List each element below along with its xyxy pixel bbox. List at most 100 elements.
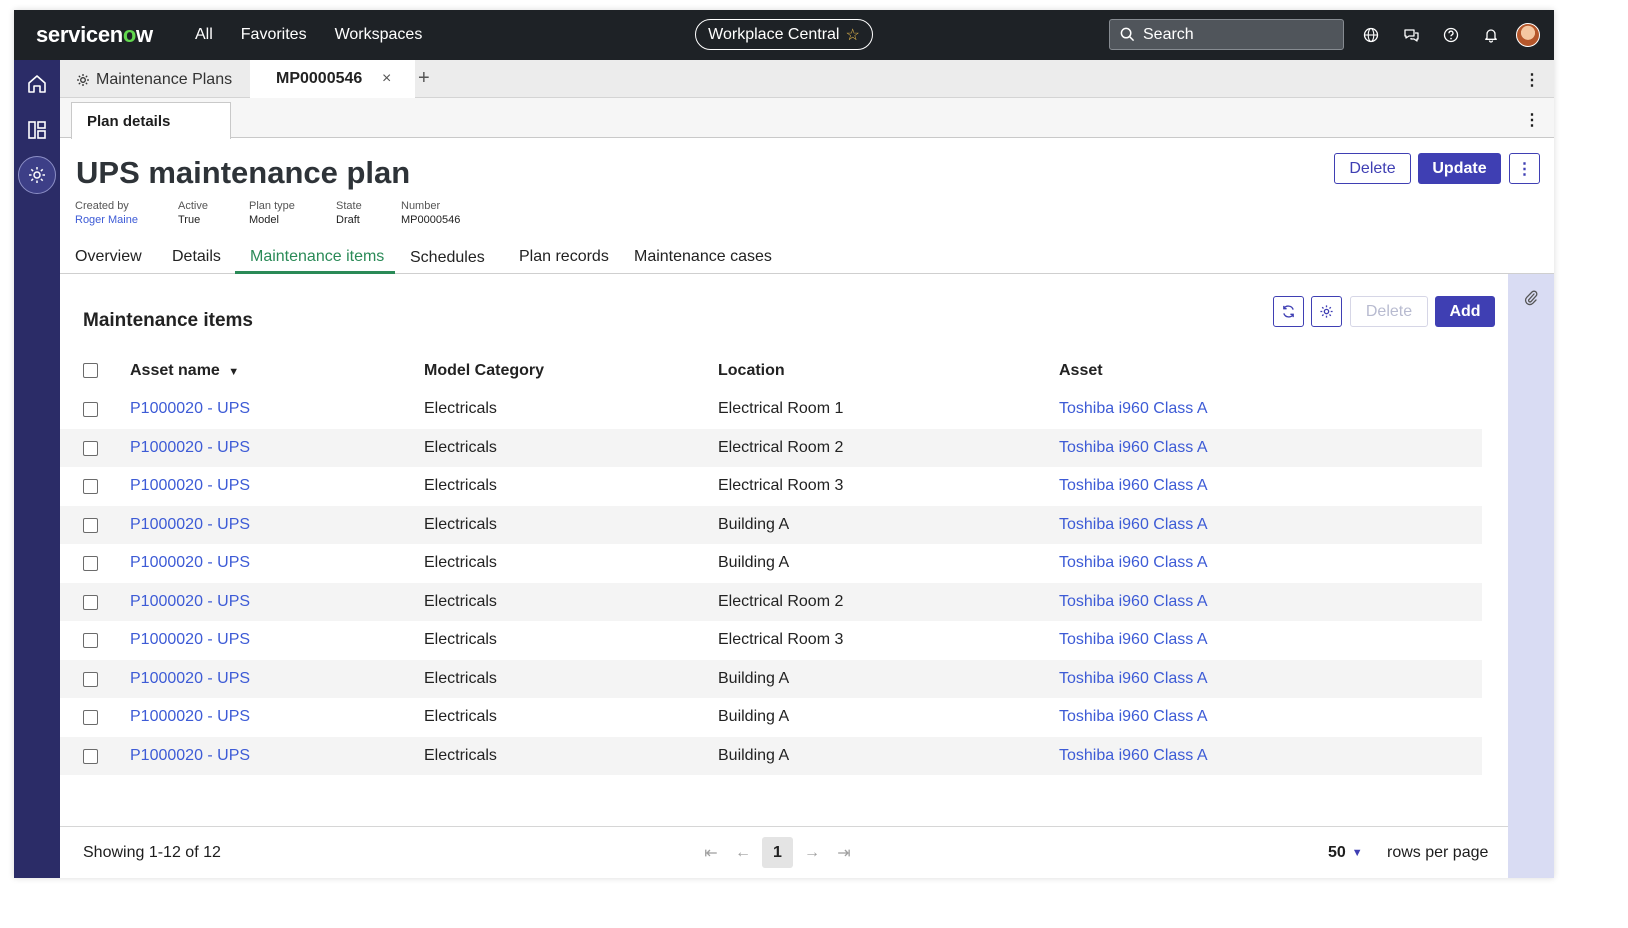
row-checkbox[interactable]	[83, 440, 98, 456]
list-view-icon[interactable]	[21, 114, 53, 146]
asset-link[interactable]: Toshiba i960 Class A	[1059, 593, 1208, 611]
table-row[interactable]: P1000020 - UPS Electricals Electrical Room…	[60, 582, 1482, 621]
meta-label: Plan type	[249, 200, 295, 212]
sub-tab-bar: Plan details ⋮	[60, 98, 1554, 139]
rows-per-page-select[interactable]: 50 ▼	[1328, 844, 1363, 862]
subtab-more-icon[interactable]: ⋮	[1524, 110, 1540, 130]
row-checkbox[interactable]	[83, 710, 98, 725]
row-checkbox[interactable]	[83, 633, 98, 648]
table-row[interactable]: P1000020 - UPS Electricals Electrical Room…	[60, 621, 1482, 660]
table-row[interactable]: P1000020 - UPS Electricals Building A Toshi…	[60, 659, 1482, 698]
row-checkbox[interactable]	[83, 671, 98, 687]
bell-icon[interactable]	[1480, 24, 1502, 46]
table-row[interactable]: P1000020 - UPS Electricals Electrical Room…	[60, 390, 1482, 429]
tabs-more-icon[interactable]: ⋮	[1524, 70, 1540, 90]
list-settings-button[interactable]	[1311, 296, 1342, 327]
asset-name-link[interactable]: P1000020 - UPS	[130, 670, 250, 688]
table-row[interactable]: P1000020 - UPS Electricals Building A Toshi…	[60, 736, 1482, 775]
current-page[interactable]: 1	[762, 837, 793, 868]
row-checkbox[interactable]	[83, 479, 98, 494]
tab-maintenance-items[interactable]: Maintenance items	[250, 248, 384, 266]
table-row[interactable]: P1000020 - UPS Electricals Building A Toshi…	[60, 505, 1482, 544]
asset-name-link[interactable]: P1000020 - UPS	[130, 439, 250, 457]
model-category-cell: Electricals	[424, 438, 497, 456]
row-checkbox[interactable]	[83, 402, 98, 417]
refresh-button[interactable]	[1273, 296, 1304, 327]
table-row[interactable]: P1000020 - UPS Electricals Electrical Room…	[60, 428, 1482, 467]
record-more-icon[interactable]: ⋮	[1509, 153, 1540, 184]
delete-record-button[interactable]: Delete	[1334, 153, 1411, 184]
tab-maintenance-cases[interactable]: Maintenance cases	[634, 248, 772, 266]
close-icon[interactable]: ×	[382, 70, 391, 88]
asset-name-link[interactable]: P1000020 - UPS	[130, 747, 250, 765]
help-icon[interactable]	[1440, 24, 1462, 46]
tab-strip: Maintenance Plans MP0000546 × + ⋮	[60, 60, 1554, 98]
asset-name-link[interactable]: P1000020 - UPS	[130, 477, 250, 495]
delete-items-button[interactable]: Delete	[1350, 296, 1428, 327]
tab-overview[interactable]: Overview	[75, 248, 142, 266]
update-button[interactable]: Update	[1418, 153, 1501, 184]
chat-icon[interactable]	[1400, 24, 1422, 46]
search-icon	[1120, 27, 1135, 42]
select-all-checkbox[interactable]	[83, 363, 98, 378]
asset-link[interactable]: Toshiba i960 Class A	[1059, 631, 1208, 649]
topbar-icons	[1360, 24, 1502, 46]
showing-count: Showing 1-12 of 12	[83, 844, 221, 861]
model-category-cell: Electricals	[424, 477, 497, 494]
created-by-link[interactable]: Roger Maine	[75, 214, 138, 226]
tab-schedules[interactable]: Schedules	[410, 249, 485, 267]
asset-link[interactable]: Toshiba i960 Class A	[1059, 477, 1208, 495]
tab-record[interactable]: MP0000546 ×	[250, 60, 415, 98]
user-avatar[interactable]	[1516, 23, 1540, 47]
table-row[interactable]: P1000020 - UPS Electricals Electrical Room…	[60, 467, 1482, 506]
workspace-pill-label: Workplace Central	[708, 25, 840, 43]
row-checkbox[interactable]	[83, 748, 98, 764]
asset-link[interactable]: Toshiba i960 Class A	[1059, 400, 1208, 418]
nav-all[interactable]: All	[195, 26, 213, 44]
servicenow-logo[interactable]: servicenow	[36, 22, 153, 48]
col-asset[interactable]: Asset	[1059, 362, 1103, 380]
asset-name-link[interactable]: P1000020 - UPS	[130, 400, 250, 418]
next-page-icon[interactable]: →	[799, 838, 825, 868]
paperclip-icon[interactable]	[1524, 290, 1538, 311]
meta-label: Number	[401, 200, 441, 212]
tab-plan-records[interactable]: Plan records	[519, 248, 609, 266]
asset-name-link[interactable]: P1000020 - UPS	[130, 593, 250, 611]
col-location[interactable]: Location	[718, 362, 785, 380]
tab-plan-details[interactable]: Plan details	[71, 102, 231, 139]
table-row[interactable]: P1000020 - UPS Electricals Building A Toshi…	[60, 698, 1482, 737]
first-page-icon[interactable]: ⇤	[698, 838, 724, 868]
asset-name-link[interactable]: P1000020 - UPS	[130, 631, 250, 649]
add-item-button[interactable]: Add	[1435, 296, 1495, 327]
last-page-icon[interactable]: ⇥	[831, 838, 857, 868]
col-model-category[interactable]: Model Category	[424, 362, 544, 380]
nav-workspaces[interactable]: Workspaces	[335, 26, 423, 44]
asset-link[interactable]: Toshiba i960 Class A	[1059, 554, 1208, 572]
asset-name-link[interactable]: P1000020 - UPS	[130, 516, 250, 534]
tab-maintenance-plans[interactable]: Maintenance Plans	[76, 71, 232, 89]
search-input[interactable]: Search	[1109, 19, 1344, 50]
asset-link[interactable]: Toshiba i960 Class A	[1059, 708, 1208, 726]
refresh-icon	[1283, 305, 1294, 318]
sort-desc-icon[interactable]: ▼	[228, 366, 239, 378]
asset-link[interactable]: Toshiba i960 Class A	[1059, 439, 1208, 457]
table-row[interactable]: P1000020 - UPS Electricals Building A Toshi…	[60, 544, 1482, 583]
row-checkbox[interactable]	[83, 556, 98, 571]
rows-per-page-value: 50	[1328, 844, 1346, 861]
add-tab-icon[interactable]: +	[418, 67, 430, 90]
tab-details[interactable]: Details	[172, 248, 221, 266]
col-asset-name[interactable]: Asset name ▼	[130, 362, 239, 380]
star-icon[interactable]: ☆	[845, 25, 859, 45]
prev-page-icon[interactable]: ←	[730, 838, 756, 868]
workspace-pill[interactable]: Workplace Central ☆	[695, 19, 873, 50]
row-checkbox[interactable]	[83, 517, 98, 533]
asset-link[interactable]: Toshiba i960 Class A	[1059, 516, 1208, 534]
globe-icon[interactable]	[1360, 24, 1382, 46]
asset-link[interactable]: Toshiba i960 Class A	[1059, 747, 1208, 765]
row-checkbox[interactable]	[83, 594, 98, 610]
asset-name-link[interactable]: P1000020 - UPS	[130, 554, 250, 572]
asset-name-link[interactable]: P1000020 - UPS	[130, 708, 250, 726]
home-icon[interactable]	[21, 68, 53, 100]
nav-favorites[interactable]: Favorites	[241, 26, 307, 44]
asset-link[interactable]: Toshiba i960 Class A	[1059, 670, 1208, 688]
